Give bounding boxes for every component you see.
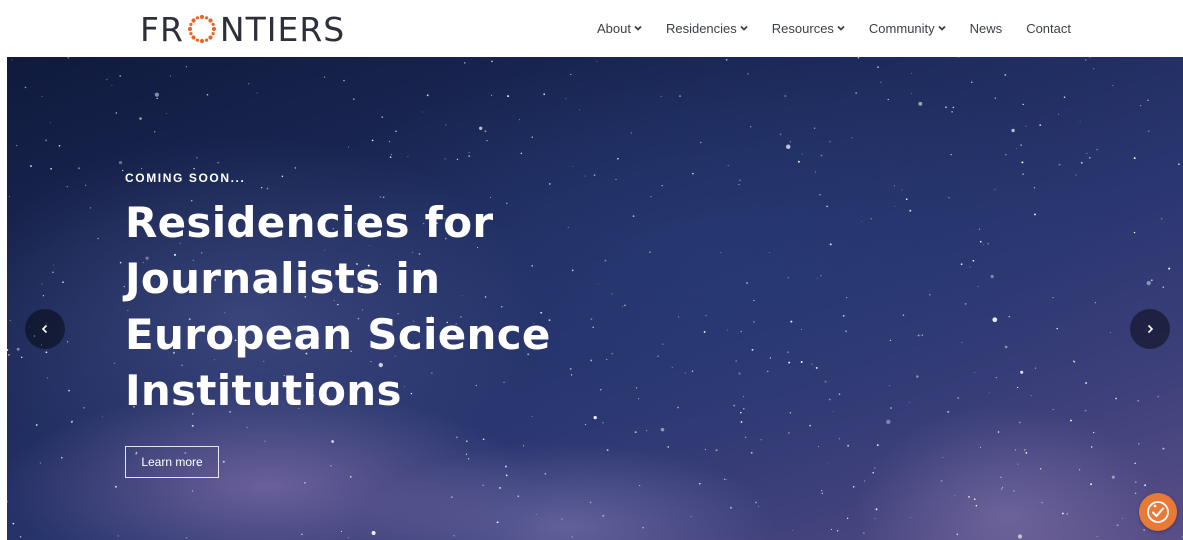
logo-sun-icon [187,14,217,44]
hero-eyebrow: COMING SOON... [125,171,246,185]
nav-item-contact[interactable]: Contact [1026,21,1071,36]
hero-title-line: Journalists in [125,254,441,303]
nav-item-label: News [969,20,1003,36]
chevron-left-icon [41,324,48,334]
hero-title-line: European Science [125,310,551,359]
hero-title-line: Residencies for [125,198,494,247]
accessibility-check-icon [1147,501,1169,523]
learn-more-button[interactable]: Learn more [125,446,219,478]
brand-logo[interactable]: FR NTIERS [140,9,346,49]
nav-item-label: Contact [1026,20,1071,36]
hero-title: Residencies for Journalists in European … [125,195,605,419]
brand-logo-text-left: FR [140,9,184,49]
chevron-right-icon [1147,324,1154,334]
main-nav: About Residencies Resources Community Ne… [573,0,1071,56]
chevron-down-icon [634,25,642,31]
nav-item-community[interactable]: Community [869,21,946,36]
nav-item-residencies[interactable]: Residencies [666,21,748,36]
brand-logo-text-right: NTIERS [219,9,346,49]
chevron-down-icon [837,25,845,31]
nav-item-news[interactable]: News [970,21,1003,36]
nav-item-label: Residencies [665,20,737,36]
hero-slider: COMING SOON... Residencies for Journalis… [7,57,1183,540]
nav-item-label: Community [868,20,935,36]
nav-item-about[interactable]: About [597,21,642,36]
hero-title-line: Institutions [125,366,402,415]
site-header: FR NTIERS About Residencies Resources Co… [0,0,1183,56]
slider-prev-button[interactable] [25,309,65,349]
nav-item-label: About [596,20,631,36]
nav-item-label: Resources [771,20,834,36]
nav-item-resources[interactable]: Resources [772,21,845,36]
accessibility-widget-button[interactable] [1139,493,1177,531]
chevron-down-icon [938,25,946,31]
slider-next-button[interactable] [1130,309,1170,349]
chevron-down-icon [740,25,748,31]
